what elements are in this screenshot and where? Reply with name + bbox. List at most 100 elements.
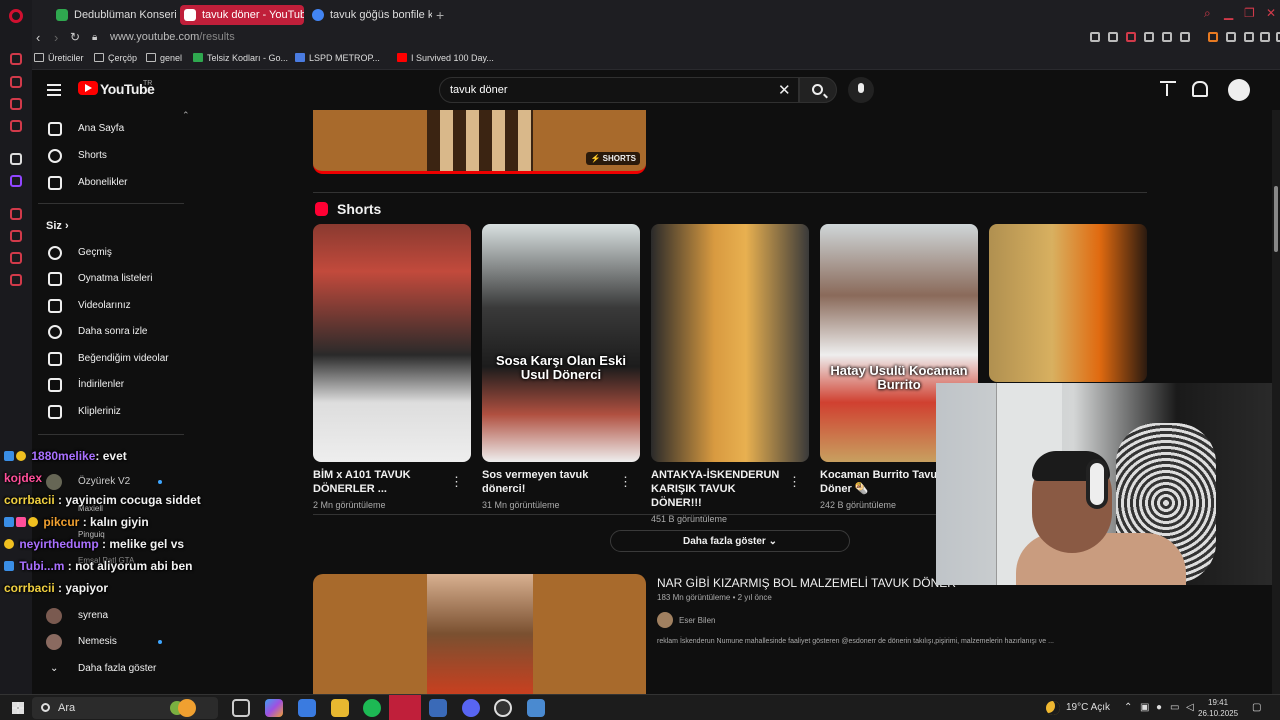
page-scrollbar[interactable] [1272,110,1280,694]
tiktok-icon[interactable] [10,153,22,165]
channel-avatar[interactable] [657,612,673,628]
bookmark-link[interactable]: Telsiz Kodları - Go... [193,53,288,63]
share-icon[interactable] [1244,32,1254,42]
guide-you-header[interactable]: Siz › [46,220,69,232]
guide-your-videos[interactable]: Videolarınız [32,293,182,319]
short-thumbnail[interactable]: ⚡ SHORTS [313,110,646,174]
clear-search-icon[interactable]: ✕ [778,81,791,99]
voice-search-icon[interactable] [848,77,874,103]
file-explorer-icon[interactable] [331,699,349,717]
account-avatar[interactable] [1228,79,1250,101]
extension-icon[interactable] [1144,32,1154,42]
obs-icon[interactable] [494,699,512,717]
history-icon[interactable] [10,230,22,242]
guide-shorts[interactable]: Shorts [32,143,182,169]
aria-icon[interactable] [10,76,22,88]
bookmark-folder[interactable]: Üreticiler [34,53,84,63]
short-thumbnail[interactable] [651,224,809,462]
short-title[interactable]: BİM x A101 TAVUK DÖNERLER ... [313,468,451,496]
more-options-icon[interactable]: ⋮ [450,474,463,490]
search-box[interactable]: ✕ [439,77,799,103]
reload-icon[interactable]: ↻ [70,30,80,44]
twitch-icon[interactable] [10,175,22,187]
discord-icon[interactable] [462,699,480,717]
chat-icon[interactable] [10,98,22,110]
tab-google[interactable]: tavuk göğüs bonfile kilo f [308,5,432,25]
pin-icon[interactable] [1090,32,1100,42]
search-button[interactable] [799,77,837,103]
volume-icon[interactable]: ◁ [1186,702,1194,713]
clock[interactable]: 19:41 26.10.2025 [1198,697,1238,719]
short-thumbnail[interactable] [313,224,471,462]
settings-icon[interactable] [10,274,22,286]
guide-clips[interactable]: Klipleriniz [32,399,182,425]
short-thumbnail[interactable]: Sosa Karşı Olan Eski Usul Dönerci [482,224,640,462]
spotify-icon[interactable] [363,699,381,717]
app-icon[interactable] [429,699,447,717]
guide-history[interactable]: Geçmiş [32,240,182,266]
opera-logo-icon[interactable] [9,9,23,23]
task-view-icon[interactable] [232,699,250,717]
restore-icon[interactable]: ❐ [1244,6,1255,20]
windows-start-icon[interactable] [12,702,24,714]
url-field[interactable]: www.youtube.com/results [110,31,235,43]
short-card[interactable] [989,224,1147,382]
guide-home[interactable]: Ana Sayfa [32,116,182,142]
subscription-item[interactable]: syrena [32,603,182,629]
subscription-item[interactable]: Nemesis [32,629,182,655]
notifications-icon[interactable] [1192,81,1208,97]
calculator-icon[interactable] [527,699,545,717]
store-icon[interactable] [298,699,316,717]
metamask-icon[interactable] [1208,32,1218,42]
short-title[interactable]: Sos vermeyen tavuk dönerci! [482,468,620,496]
bookmark-folder[interactable]: genel [146,53,182,63]
easy-setup-icon[interactable] [1276,32,1280,42]
guide-show-more[interactable]: ⌄ Daha fazla göster [32,656,182,682]
search-tabs-icon[interactable]: ⌕ [1204,6,1211,21]
copilot-icon[interactable] [265,699,283,717]
shield-icon[interactable] [1126,32,1136,42]
opera-gx-taskbar-icon[interactable] [389,695,421,720]
new-tab-button[interactable]: + [436,5,444,25]
short-thumbnail[interactable] [989,224,1147,382]
video-thumbnail[interactable] [313,574,646,694]
more-options-icon[interactable]: ⋮ [788,474,801,490]
bookmark-link[interactable]: I Survived 100 Day... [397,53,494,63]
short-card[interactable]: Sosa Karşı Olan Eski Usul Dönerci Sos ve… [482,224,640,510]
notification-center-icon[interactable]: ▢ [1252,702,1261,713]
guide-subscriptions[interactable]: Abonelikler [32,170,182,196]
instagram-icon[interactable] [10,120,22,132]
show-more-shorts-button[interactable]: Daha fazla göster ⌄ [610,530,850,552]
forward-icon[interactable]: › [54,30,58,45]
heart-icon[interactable] [1180,32,1190,42]
tray-chevron-icon[interactable]: ⌃ [1124,702,1132,713]
menu-icon[interactable] [47,84,61,96]
guide-scroll-up-icon[interactable]: ⌃ [182,110,190,121]
more-options-icon[interactable]: ⋮ [619,474,632,490]
guide-watch-later[interactable]: Daha sonra izle [32,319,182,345]
weather-icon[interactable] [1046,701,1060,715]
taskbar-search[interactable]: Ara [32,697,218,719]
back-icon[interactable]: ‹ [36,30,40,45]
tab-concert[interactable]: Dedublüman Konseri Gaz [52,5,176,25]
youtube-logo-icon[interactable] [78,81,98,95]
messenger-icon[interactable] [10,53,22,65]
player-icon[interactable] [10,208,22,220]
short-title[interactable]: ANTAKYA-İSKENDERUN KARIŞIK TAVUK DÖNER!!… [651,468,789,510]
subscription-item[interactable]: Özyürek V2 [32,469,182,495]
search-input[interactable] [450,84,750,96]
create-icon[interactable] [1160,81,1176,97]
minimize-icon[interactable]: ▁ [1224,6,1233,20]
microphone-icon[interactable]: ● [1156,702,1162,713]
scrollbar-thumb[interactable] [1274,186,1278,252]
short-card[interactable]: BİM x A101 TAVUK DÖNERLER ... 2 Mn görün… [313,224,471,510]
play-icon[interactable] [1162,32,1172,42]
guide-liked[interactable]: Beğendiğim videolar [32,346,182,372]
extensions-icon[interactable] [1226,32,1236,42]
channel-name[interactable]: Eser Bilen [679,616,715,625]
tray-app-icon[interactable]: ▣ [1140,702,1149,713]
network-icon[interactable]: ▭ [1170,702,1179,713]
short-card[interactable]: ANTAKYA-İSKENDERUN KARIŞIK TAVUK DÖNER!!… [651,224,809,524]
pinboard-icon[interactable] [10,252,22,264]
bookmark-link[interactable]: LSPD METROP... [295,53,380,63]
